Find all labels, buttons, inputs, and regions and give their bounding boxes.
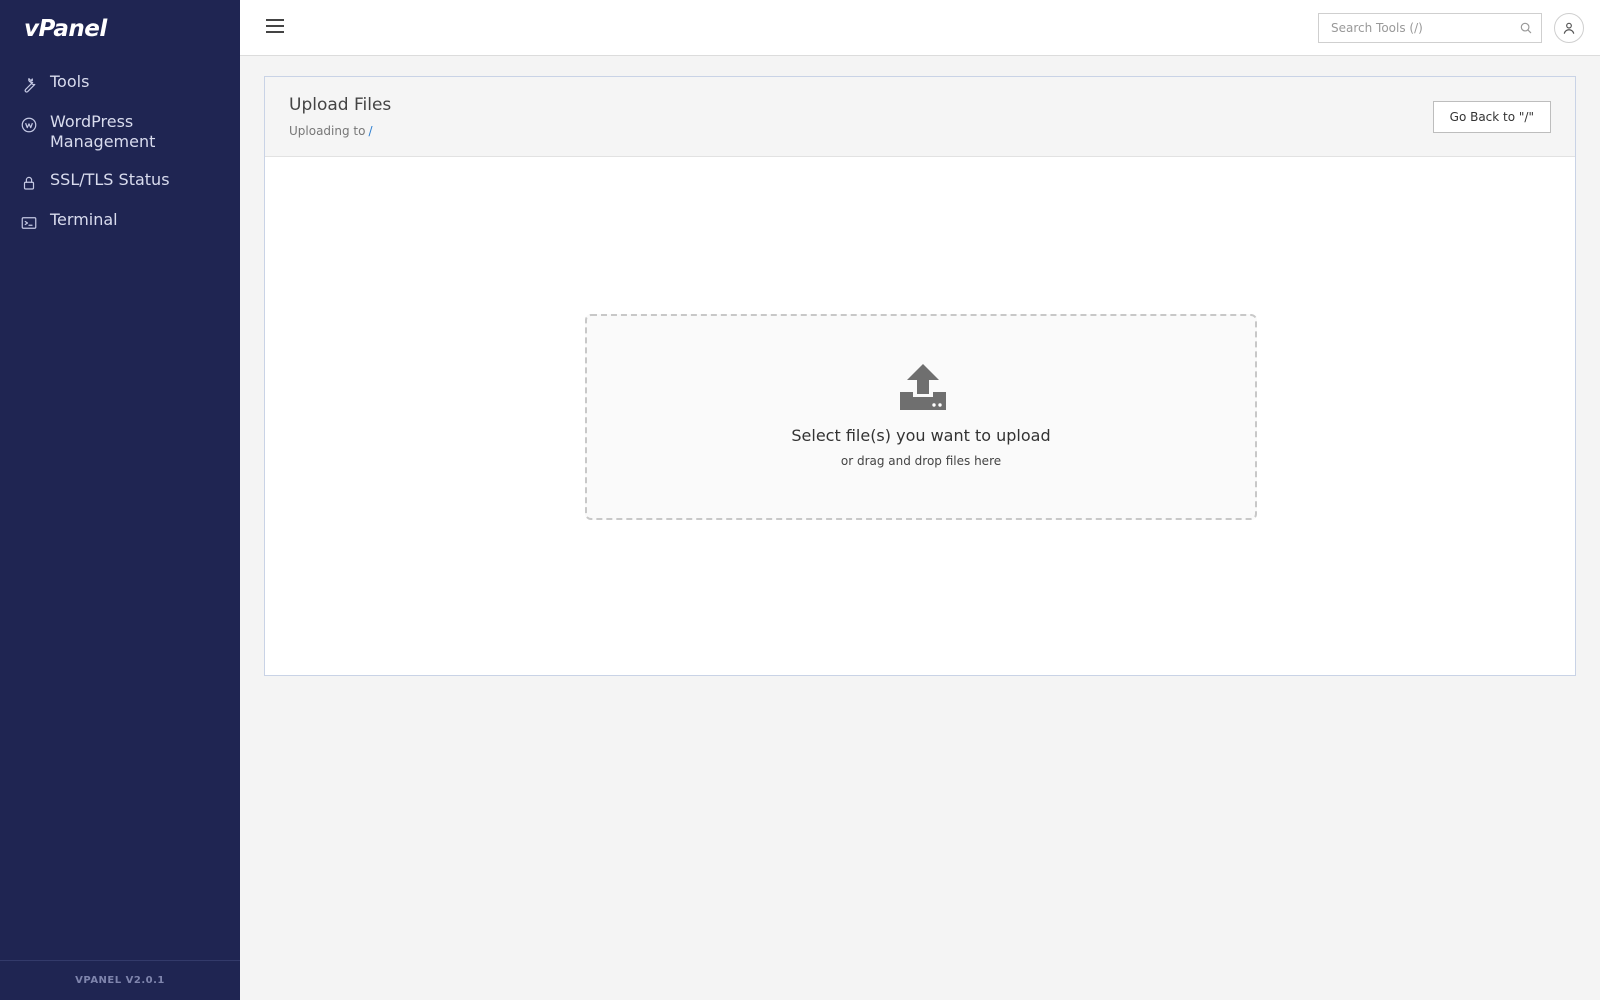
user-menu-button[interactable] xyxy=(1554,13,1584,43)
logo[interactable]: vPanel xyxy=(24,14,107,44)
search-icon[interactable] xyxy=(1519,21,1533,35)
version-label: VPANEL V2.0.1 xyxy=(0,960,240,1000)
user-icon xyxy=(1563,22,1575,34)
upload-destination-path-link[interactable]: / xyxy=(368,124,372,138)
card-header: Upload Files Uploading to / Go Back to "/… xyxy=(265,77,1575,157)
search-box xyxy=(1318,13,1542,43)
wordpress-icon xyxy=(21,117,37,133)
file-dropzone[interactable]: Select file(s) you want to upload or dra… xyxy=(585,314,1257,520)
wrench-icon xyxy=(24,78,36,93)
terminal-icon xyxy=(21,217,37,229)
go-back-button[interactable]: Go Back to "/" xyxy=(1432,101,1551,133)
sidebar: vPanel Tools WordPress Management SSL/TL… xyxy=(0,0,240,1000)
sidebar-item-tools[interactable]: Tools xyxy=(0,66,240,102)
sidebar-item-label: Tools xyxy=(50,72,90,91)
logo-text: vPanel xyxy=(24,16,107,42)
upload-icon xyxy=(900,364,946,410)
sidebar-item-label: WordPress Management xyxy=(50,112,156,151)
page-title: Upload Files xyxy=(289,95,392,115)
dropzone-subtitle: or drag and drop files here xyxy=(840,454,1002,468)
sidebar-item-label: Terminal xyxy=(50,210,118,229)
search-input[interactable] xyxy=(1319,14,1509,42)
sidebar-item-ssl-tls-status[interactable]: SSL/TLS Status xyxy=(0,164,240,200)
sidebar-item-terminal[interactable]: Terminal xyxy=(0,204,240,240)
hamburger-menu-icon[interactable] xyxy=(266,19,284,35)
topbar xyxy=(240,0,1600,56)
dropzone-title: Select file(s) you want to upload xyxy=(791,426,1051,445)
sidebar-item-label: SSL/TLS Status xyxy=(50,170,170,189)
upload-files-card: Upload Files Uploading to / Go Back to "/… xyxy=(264,76,1576,676)
sidebar-nav: Tools WordPress Management SSL/TLS Statu… xyxy=(0,64,240,240)
upload-destination: Uploading to / xyxy=(289,124,373,138)
sidebar-item-wordpress-management[interactable]: WordPress Management xyxy=(0,106,240,160)
lock-icon xyxy=(23,176,35,190)
upload-destination-label: Uploading to xyxy=(289,124,366,138)
